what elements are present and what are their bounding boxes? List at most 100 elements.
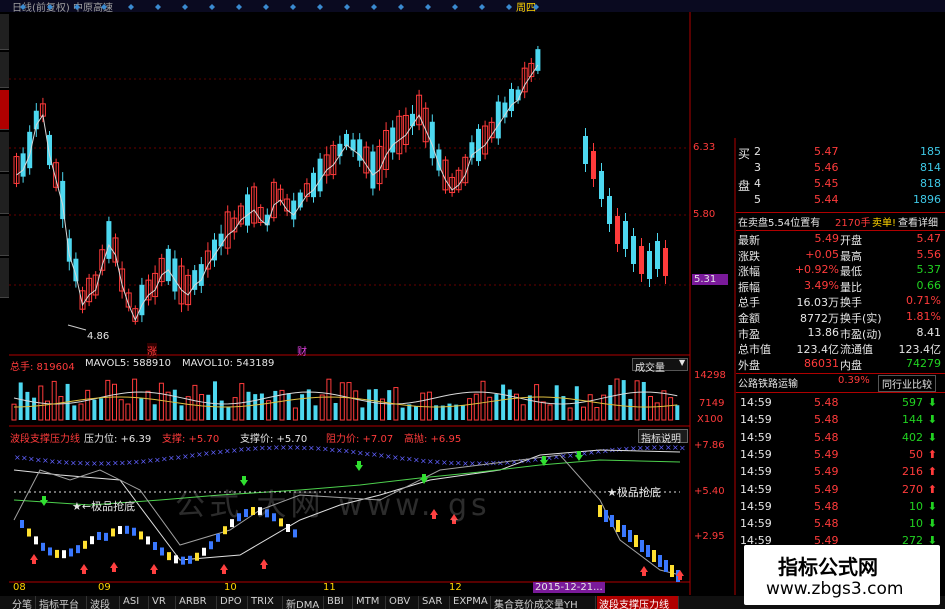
volume-bar <box>199 394 205 421</box>
volume-bar <box>608 385 613 420</box>
stat-row: 外盘 86031 内盘 74279 <box>738 357 945 372</box>
volume-bar <box>554 385 559 420</box>
arrow-up-icon <box>640 566 648 576</box>
signal-bar <box>174 555 178 564</box>
signal-bar <box>62 550 66 559</box>
volume-bar <box>346 382 352 421</box>
volume-bar <box>286 393 291 420</box>
indicator-help-button[interactable]: 指标说明 <box>638 429 688 445</box>
cross-marker: × <box>476 459 483 468</box>
tick-price: 5.49 <box>814 482 839 496</box>
candle-body <box>106 221 112 259</box>
bid-level-index: 2 <box>754 145 761 158</box>
signal-bar <box>146 536 150 545</box>
bottom-tab[interactable]: OBV <box>387 596 419 609</box>
volume-bar <box>540 401 546 421</box>
volume-indicator-dropdown[interactable]: 成交量 ▼ <box>632 358 688 374</box>
signal-bar <box>125 525 129 534</box>
volume-bar <box>292 407 298 421</box>
arrow-up-icon <box>220 564 228 574</box>
top-marker <box>317 4 323 10</box>
indicator-title: 波段支撑压力线 <box>10 434 80 445</box>
top-marker <box>182 4 188 10</box>
volume-bar <box>400 407 405 420</box>
tick-time: 14:59 <box>740 396 772 409</box>
stat-value: 0.71% <box>906 294 941 308</box>
top-marker <box>263 4 269 10</box>
top-marker <box>506 4 512 10</box>
cross-marker: × <box>413 456 420 465</box>
volume-bar <box>634 380 640 421</box>
volume-bar <box>25 391 30 420</box>
bid-level-row[interactable]: 4 5.45 818 <box>738 177 945 192</box>
candle-body <box>311 172 316 198</box>
top-marker <box>74 4 80 10</box>
signal-bar <box>132 527 136 536</box>
bid-level-row[interactable]: 5 5.44 1896 <box>738 193 945 208</box>
stat-label: 流通值 <box>840 343 873 357</box>
bottom-tab[interactable]: BBI <box>325 596 353 609</box>
bottom-tab[interactable]: SAR <box>420 596 450 609</box>
bottom-tab[interactable]: TRIX <box>249 596 283 609</box>
cross-marker: × <box>70 458 77 467</box>
tick-price: 5.48 <box>814 396 839 409</box>
stat-value: 86031 <box>804 356 839 370</box>
signal-bar <box>20 520 24 528</box>
stat-value: 74279 <box>906 356 941 370</box>
cross-marker: × <box>630 444 637 453</box>
volume-bar <box>547 404 553 421</box>
event-mark-cai[interactable]: 财 <box>297 343 307 358</box>
cross-marker: × <box>483 459 490 468</box>
cross-marker: × <box>455 459 462 468</box>
view-detail-link[interactable]: 查看详细 <box>898 214 938 229</box>
candle-body <box>27 131 33 169</box>
bottom-tab[interactable]: ARBR <box>177 596 217 609</box>
volume-bars <box>11 378 680 421</box>
volume-bar <box>333 402 338 420</box>
event-mark-zhang[interactable]: 涨 <box>147 343 157 358</box>
bottom-tab[interactable]: 分笔 <box>10 596 36 609</box>
bottom-tab[interactable]: 波段支撑压力线 <box>597 596 679 609</box>
bid-level-row[interactable]: 3 5.46 814 <box>738 161 945 176</box>
volume-bar <box>407 404 412 420</box>
arrow-up-icon: ⬆ <box>927 447 937 461</box>
top-markers <box>20 4 539 10</box>
top-marker <box>479 4 485 10</box>
sector-name[interactable]: 公路铁路运输 <box>738 375 798 390</box>
industry-compare-button[interactable]: 同行业比较 <box>878 375 936 392</box>
stat-value: 123.4亿 <box>898 343 942 357</box>
cross-marker: × <box>196 450 203 459</box>
signal-bar <box>628 530 632 542</box>
bottom-tab[interactable]: 新DMA <box>284 596 324 609</box>
volume-bar <box>561 396 566 420</box>
sell-info: 在卖盘5.54位置有 <box>738 218 821 229</box>
bottom-tab[interactable]: 集合竞价成交量YH <box>492 596 596 609</box>
bottom-tab[interactable]: DPO <box>218 596 248 609</box>
stat-row: 总手 16.03万 换手 0.71% <box>738 294 945 309</box>
bottom-tab[interactable]: MTM <box>354 596 386 609</box>
signal-bar <box>104 532 108 541</box>
volume-bar <box>501 384 506 420</box>
tick-volume: 270 <box>902 482 923 496</box>
volume-bar <box>51 380 57 421</box>
candle-body <box>139 284 145 316</box>
volume-bar <box>125 403 131 421</box>
bid-level-row[interactable]: 2 5.47 185 <box>738 145 945 160</box>
bottom-tab[interactable]: EXPMA <box>451 596 491 609</box>
bottom-tab[interactable]: 波段 <box>88 596 120 609</box>
cross-marker: × <box>28 455 35 464</box>
arrow-up-icon <box>260 559 268 569</box>
volume-bar <box>353 390 359 421</box>
tick-time: 14:59 <box>740 517 772 531</box>
cross-marker: × <box>140 457 147 466</box>
volume-bar <box>99 398 104 420</box>
bottom-tab[interactable]: ASI <box>121 596 149 609</box>
cross-marker: × <box>245 445 252 454</box>
candle-body <box>623 221 628 249</box>
volume-bar <box>621 380 626 420</box>
watermark-url: www.zbgs3.com <box>766 579 904 599</box>
stat-value: +0.92% <box>794 263 839 277</box>
volume-bar <box>326 378 332 421</box>
bottom-tab[interactable]: 指标平台 <box>37 596 87 609</box>
bottom-tab[interactable]: VR <box>150 596 176 609</box>
